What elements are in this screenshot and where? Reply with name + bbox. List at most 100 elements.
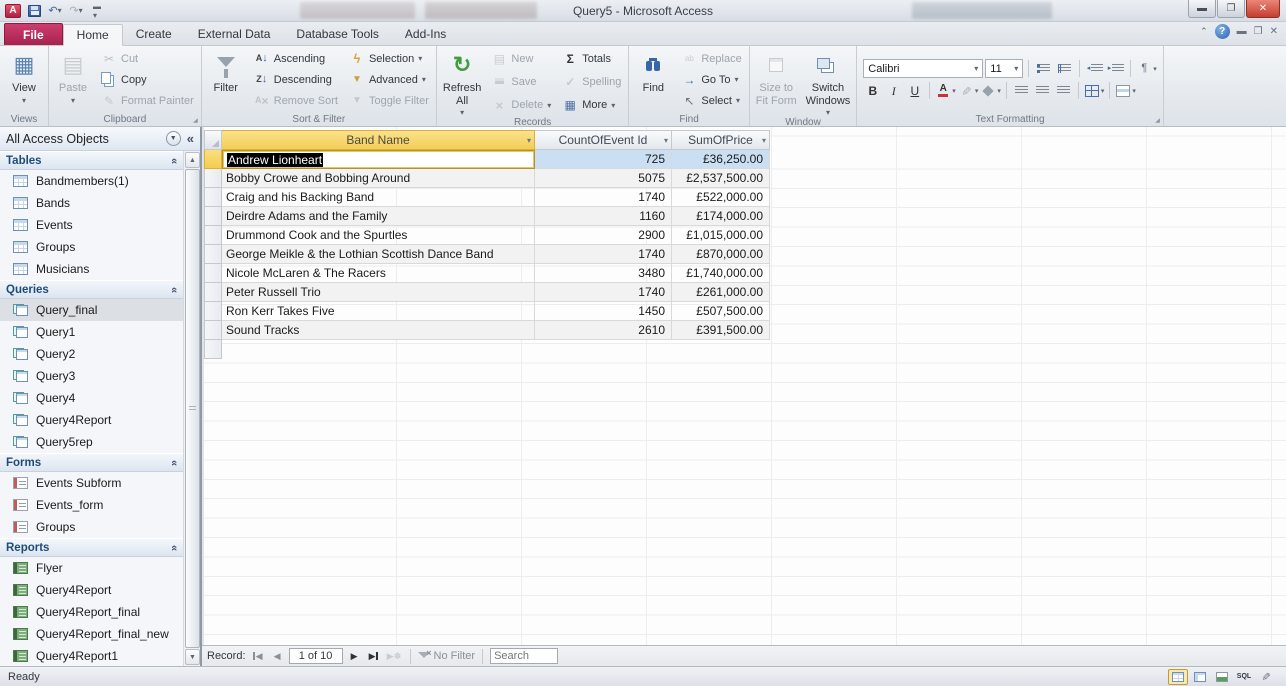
nav-item-bands[interactable]: Bands — [0, 192, 183, 214]
child-minimize-icon[interactable]: ▬ — [1237, 26, 1247, 37]
cell-sumofprice[interactable]: £174,000.00 — [672, 207, 770, 226]
nav-item-query4report-final[interactable]: Query4Report_final — [0, 601, 183, 623]
pivotchart-view-button[interactable] — [1212, 669, 1232, 685]
font-size-select[interactable]: 11 ▾ — [985, 59, 1024, 78]
nav-item-events-form[interactable]: Events_form — [0, 494, 183, 516]
nav-section-queries[interactable]: Queries « — [0, 280, 183, 299]
advanced-button[interactable]: Advanced▾ — [344, 70, 434, 90]
nav-item-groups[interactable]: Groups — [0, 236, 183, 258]
fill-color-button[interactable]: ▾ — [980, 81, 1001, 100]
cell-band-name[interactable]: Peter Russell Trio — [222, 283, 535, 302]
bullets-button[interactable] — [1034, 59, 1053, 78]
datasheet-view-button[interactable] — [1168, 668, 1188, 685]
scroll-down-icon[interactable]: ▼ — [185, 649, 200, 665]
cell-countofevent-id[interactable]: 3480 — [535, 264, 672, 283]
tab-file[interactable]: File — [4, 23, 63, 45]
customize-qat-button[interactable]: ▬ ▾ — [88, 2, 106, 20]
cell-countofevent-id[interactable]: 2900 — [535, 226, 672, 245]
cell-countofevent-id[interactable]: 1740 — [535, 245, 672, 264]
more-button[interactable]: More▾ — [557, 95, 626, 115]
cell-sumofprice[interactable]: £1,740,000.00 — [672, 264, 770, 283]
cell-countofevent-id[interactable]: 1450 — [535, 302, 672, 321]
nav-item-query-final[interactable]: Query_final — [0, 299, 183, 321]
filter-button[interactable]: Filter — [204, 47, 248, 112]
cell-band-name[interactable]: Sound Tracks — [222, 321, 535, 340]
find-button[interactable]: Find — [631, 47, 675, 112]
child-close-icon[interactable]: ✕ — [1270, 26, 1278, 37]
font-name-select[interactable]: Calibri ▾ — [863, 59, 984, 78]
first-record-button[interactable]: ◀ — [249, 648, 266, 664]
nav-item-bandmembers-1[interactable]: Bandmembers(1) — [0, 170, 183, 192]
design-view-button[interactable]: ✎ — [1256, 669, 1276, 685]
undo-button[interactable]: ↶ ▾ — [46, 3, 64, 19]
cell-band-name[interactable]: Ron Kerr Takes Five — [222, 302, 535, 321]
cell-band-name[interactable]: Nicole McLaren & The Racers — [222, 264, 535, 283]
row-selector[interactable] — [204, 207, 222, 226]
cell-sumofprice[interactable]: £870,000.00 — [672, 245, 770, 264]
indent-inc-button[interactable] — [1106, 59, 1125, 78]
child-restore-icon[interactable]: ❐ — [1254, 26, 1263, 37]
save-button[interactable] — [25, 3, 43, 19]
refresh-all-button[interactable]: Refresh All▾ — [439, 47, 486, 117]
cell-countofevent-id[interactable]: 1160 — [535, 207, 672, 226]
column-dropdown-icon[interactable]: ▾ — [664, 136, 668, 145]
row-selector[interactable] — [204, 283, 222, 302]
ascending-button[interactable]: Ascending — [249, 49, 343, 69]
copy-button[interactable]: Copy — [96, 70, 199, 90]
sql-view-button[interactable]: SQL — [1234, 669, 1254, 685]
nav-item-query2[interactable]: Query2 — [0, 343, 183, 365]
previous-record-button[interactable]: ◀ — [269, 648, 286, 664]
row-selector[interactable] — [204, 340, 222, 359]
shutter-bar-close-icon[interactable]: « — [187, 131, 194, 146]
next-record-button[interactable]: ▶ — [346, 648, 363, 664]
nav-item-query4report[interactable]: Query4Report — [0, 409, 183, 431]
cell-band-name[interactable]: George Meikle & the Lothian Scottish Dan… — [222, 245, 535, 264]
cell-band-name[interactable]: Drummond Cook and the Spurtles — [222, 226, 535, 245]
font-color-button[interactable]: A ▾ — [935, 81, 956, 100]
column-dropdown-icon[interactable]: ▾ — [527, 136, 531, 145]
row-selector[interactable] — [204, 169, 222, 188]
cell-countofevent-id[interactable]: 725 — [535, 150, 672, 169]
nav-item-groups[interactable]: Groups — [0, 516, 183, 538]
italic-button[interactable]: I — [884, 81, 903, 100]
view-button[interactable]: View▾ — [2, 47, 46, 112]
underline-button[interactable]: U — [905, 81, 924, 100]
restore-button[interactable]: ❐ — [1217, 0, 1245, 18]
cell-sumofprice[interactable]: £507,500.00 — [672, 302, 770, 321]
cell-band-name[interactable]: Andrew Lionheart — [222, 150, 535, 169]
numbering-button[interactable] — [1055, 59, 1074, 78]
cell-countofevent-id[interactable]: 5075 — [535, 169, 672, 188]
collapse-ribbon-icon[interactable]: ⌃ — [1200, 26, 1208, 37]
tab-home[interactable]: Home — [62, 24, 123, 46]
nav-item-musicians[interactable]: Musicians — [0, 258, 183, 280]
column-header-band-name[interactable]: Band Name ▾ — [222, 130, 535, 150]
alt-row-button[interactable]: ▾ — [1115, 81, 1136, 100]
descending-button[interactable]: Descending — [249, 70, 343, 90]
nav-item-query4[interactable]: Query4 — [0, 387, 183, 409]
column-dropdown-icon[interactable]: ▾ — [762, 136, 766, 145]
highlight-button[interactable]: ▾ — [958, 81, 979, 100]
nav-item-query4report1[interactable]: Query4Report1 — [0, 645, 183, 666]
column-header-sumofprice[interactable]: SumOfPrice ▾ — [672, 130, 770, 150]
align-right-button[interactable] — [1054, 81, 1073, 100]
scroll-up-icon[interactable]: ▲ — [185, 152, 200, 168]
tab-add-ins[interactable]: Add-Ins — [392, 23, 459, 45]
tab-create[interactable]: Create — [123, 23, 185, 45]
cell-sumofprice[interactable]: £36,250.00 — [672, 150, 770, 169]
row-selector[interactable] — [204, 150, 222, 169]
direction-button[interactable]: ▾ — [1136, 59, 1157, 78]
access-app-icon[interactable]: A — [4, 3, 22, 19]
align-left-button[interactable] — [1012, 81, 1031, 100]
nav-item-events-subform[interactable]: Events Subform — [0, 472, 183, 494]
row-selector[interactable] — [204, 264, 222, 283]
cell-band-name[interactable]: Craig and his Backing Band — [222, 188, 535, 207]
dialog-launcher-icon[interactable]: ◢ — [193, 117, 198, 124]
cell-countofevent-id[interactable]: 1740 — [535, 283, 672, 302]
cell-countofevent-id[interactable]: 1740 — [535, 188, 672, 207]
row-selector[interactable] — [204, 302, 222, 321]
cell-sumofprice[interactable]: £1,015,000.00 — [672, 226, 770, 245]
nav-section-tables[interactable]: Tables « — [0, 151, 183, 170]
cell-sumofprice[interactable]: £2,537,500.00 — [672, 169, 770, 188]
column-header-countofevent-id[interactable]: CountOfEvent Id ▾ — [535, 130, 672, 150]
scrollbar-thumb[interactable] — [185, 169, 200, 648]
